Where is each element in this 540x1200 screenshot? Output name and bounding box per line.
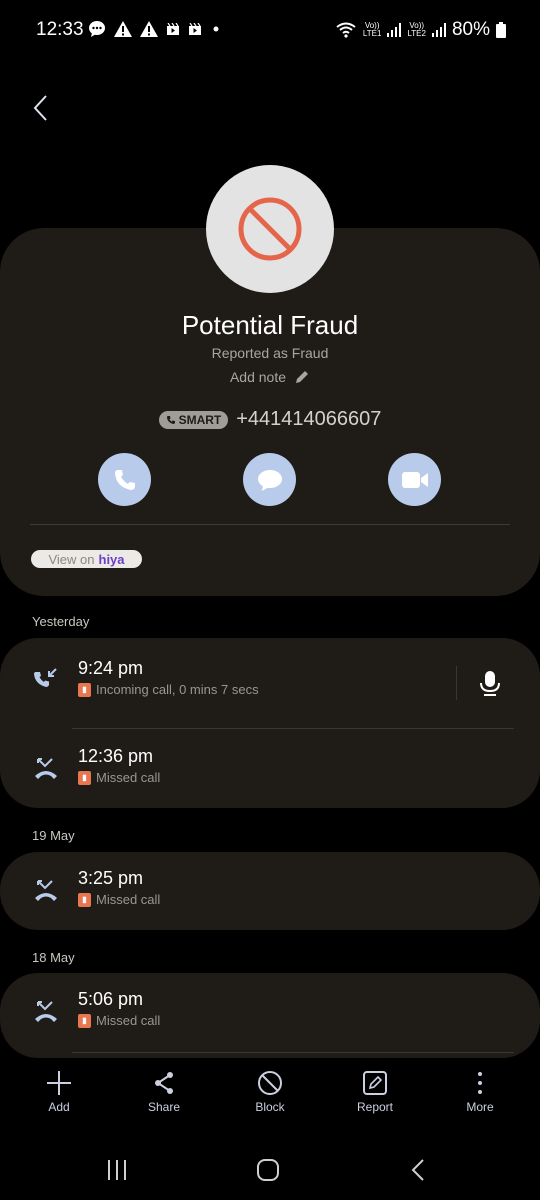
bottom-action-bar: Add Share Block Report More <box>0 1070 540 1130</box>
call-description: ▮ Missed call <box>78 770 160 785</box>
wifi-icon <box>336 22 356 38</box>
add-note-label: Add note <box>229 369 287 385</box>
microphone-icon[interactable] <box>478 670 502 698</box>
system-indicators: Vo)) LTE1 Vo)) LTE2 80% <box>335 19 506 41</box>
sim2-network: LTE2 <box>407 29 426 38</box>
plus-icon <box>47 1071 71 1095</box>
more-label: More <box>466 1100 494 1114</box>
contact-subtitle: Reported as Fraud <box>211 345 329 361</box>
contact-name: Potential Fraud <box>181 310 359 340</box>
video-call-button[interactable] <box>388 453 441 506</box>
date-header: 19 May <box>32 828 75 843</box>
media-icon <box>189 23 201 35</box>
call-log-entry[interactable]: 5:06 pm ▮ Missed call <box>0 973 540 1053</box>
phone-icon <box>114 469 135 490</box>
back-button[interactable] <box>30 92 54 124</box>
sim-card-icon: ▮ <box>78 1013 91 1028</box>
row-divider <box>72 728 514 729</box>
message-button[interactable] <box>243 453 296 506</box>
sim1-network: LTE1 <box>362 29 382 38</box>
system-nav-bar <box>0 1150 540 1190</box>
block-button[interactable]: Block <box>235 1070 305 1114</box>
call-time: 5:06 pm <box>78 989 144 1009</box>
call-description: ▮ Incoming call, 0 mins 7 secs <box>78 682 259 697</box>
fraud-block-icon <box>238 197 302 261</box>
share-label: Share <box>147 1100 181 1114</box>
date-header: Yesterday <box>32 614 90 629</box>
sim-card-icon: ▮ <box>78 770 91 785</box>
back-nav-icon[interactable] <box>408 1158 428 1182</box>
call-description-text: Incoming call, 0 mins 7 secs <box>96 682 259 697</box>
media-icon <box>167 23 179 35</box>
row-divider <box>72 1052 514 1053</box>
battery-percent: 80% <box>451 19 490 40</box>
call-description-text: Missed call <box>96 770 161 785</box>
message-icon <box>257 469 282 491</box>
smart-badge-label: SMART <box>178 412 222 427</box>
call-log-group: 3:25 pm ▮ Missed call <box>0 852 540 930</box>
warning-icon <box>140 21 158 37</box>
share-icon <box>155 1072 173 1094</box>
report-button[interactable]: Report <box>340 1070 410 1114</box>
card-divider <box>30 524 510 525</box>
chevron-left-icon <box>33 95 47 121</box>
add-label: Add <box>48 1100 70 1114</box>
more-button[interactable]: More <box>445 1070 515 1114</box>
call-log-group: 9:24 pm ▮ Incoming call, 0 mins 7 secs 1… <box>0 638 540 808</box>
call-log-entry[interactable]: 12:36 pm ▮ Missed call <box>0 730 540 810</box>
view-on-hiya-button[interactable]: View on hiya <box>31 550 142 568</box>
smart-badge: SMART <box>158 410 229 429</box>
signal-icon <box>387 23 402 37</box>
battery-icon <box>496 22 506 38</box>
phone-number-row: SMART +441414066607 <box>0 408 540 431</box>
call-description: ▮ Missed call <box>78 892 160 907</box>
hiya-logo: hiya <box>98 551 125 567</box>
block-icon <box>258 1071 282 1095</box>
phone-number: +441414066607 <box>236 408 382 430</box>
call-description: ▮ Missed call <box>78 1013 160 1028</box>
hiya-prefix: View on <box>48 551 95 567</box>
call-button[interactable] <box>98 453 151 506</box>
block-label: Block <box>255 1100 285 1114</box>
sim2-label: Vo)) LTE2 <box>407 22 426 38</box>
call-time: 3:25 pm <box>78 868 144 888</box>
sim1-label: Vo)) LTE1 <box>363 22 382 38</box>
missed-call-icon <box>35 1001 57 1022</box>
sim-card-icon: ▮ <box>78 892 91 907</box>
notification-icons <box>88 20 222 38</box>
dot-icon <box>213 26 219 32</box>
video-camera-icon <box>401 471 428 488</box>
call-description-text: Missed call <box>96 892 161 907</box>
call-log-entry[interactable]: 3:25 pm ▮ Missed call <box>0 852 540 932</box>
incoming-call-icon <box>34 668 57 687</box>
message-icon <box>89 21 105 37</box>
phone-icon <box>166 415 175 424</box>
vertical-divider <box>456 666 457 700</box>
home-icon[interactable] <box>256 1158 280 1182</box>
missed-call-icon <box>35 880 57 901</box>
sim-card-icon: ▮ <box>78 682 91 697</box>
signal-icon <box>431 23 446 37</box>
missed-call-icon <box>35 758 57 779</box>
share-button[interactable]: Share <box>129 1070 199 1114</box>
avatar <box>206 165 334 293</box>
call-description-text: Missed call <box>96 1013 161 1028</box>
warning-icon <box>114 21 132 37</box>
add-note-button[interactable]: Add note <box>0 369 540 385</box>
more-vertical-icon <box>478 1072 482 1094</box>
call-log-group: 5:06 pm ▮ Missed call <box>0 973 540 1058</box>
report-icon <box>363 1071 387 1095</box>
call-log-entry[interactable]: 9:24 pm ▮ Incoming call, 0 mins 7 secs <box>0 642 540 722</box>
call-time: 9:24 pm <box>78 658 144 678</box>
recent-apps-icon[interactable] <box>106 1158 128 1182</box>
add-button[interactable]: Add <box>24 1070 94 1114</box>
call-time: 12:36 pm <box>78 746 154 766</box>
pencil-icon <box>296 371 309 383</box>
date-header: 18 May <box>32 950 75 965</box>
report-label: Report <box>356 1100 394 1114</box>
status-bar: 12:33 Vo)) LTE1 Vo)) LTE2 80% <box>0 0 540 60</box>
status-time: 12:33 <box>36 19 84 40</box>
